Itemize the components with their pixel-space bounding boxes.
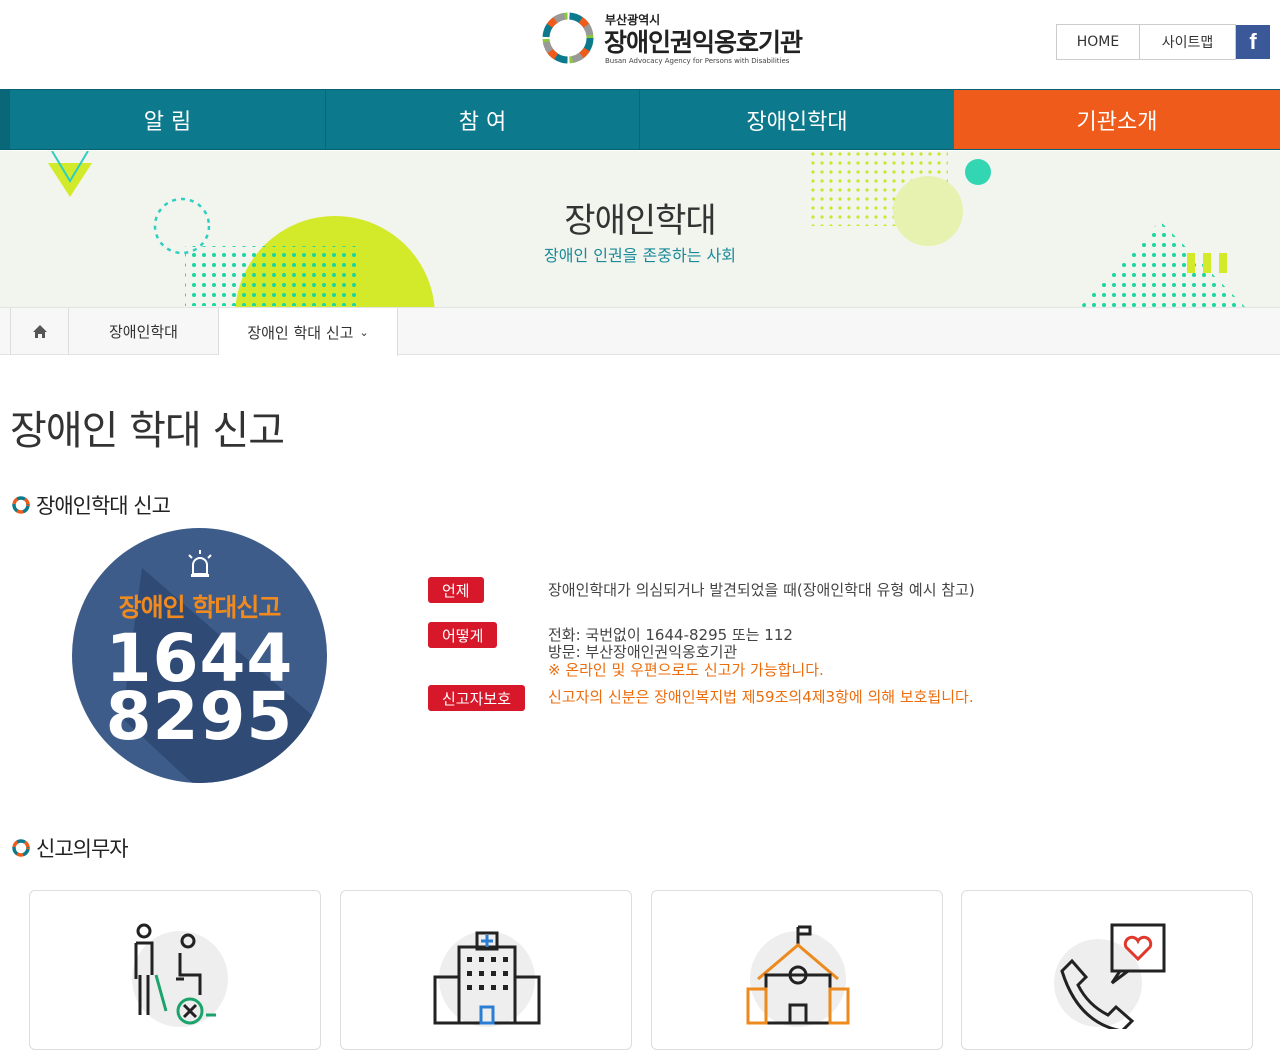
section-bullet-icon xyxy=(12,839,30,857)
info-when-text: 장애인학대가 의심되거나 발견되었을 때(장애인학대 유형 예시 참고) xyxy=(548,581,975,599)
header: 부산광역시 장애인권익옹호기관 Busan Advocacy Agency fo… xyxy=(0,0,1280,90)
chevron-down-icon: ⌄ xyxy=(359,325,369,339)
phone-heart-icon xyxy=(1054,923,1166,1029)
sitemap-link[interactable]: 사이트맵 xyxy=(1140,24,1236,60)
page-banner: 장애인학대 장애인 인권을 존중하는 사회 xyxy=(0,151,1280,307)
breadcrumb-level2-label: 장애인 학대 신고 xyxy=(247,323,354,342)
section-title-obligated: 신고의무자 xyxy=(10,833,129,863)
info-row-how: 어떻게 xyxy=(428,622,498,648)
logo-title: 장애인권익옹호기관 xyxy=(604,28,803,57)
main-nav: 알 림 참 여 장애인학대 기관소개 xyxy=(0,89,1280,150)
nav-item-participation[interactable]: 참 여 xyxy=(325,90,639,149)
section-title-text: 신고의무자 xyxy=(36,837,129,861)
wheelchair-caregiver-icon xyxy=(132,923,228,1027)
card-hospital xyxy=(340,890,632,1050)
card-counseling xyxy=(961,890,1253,1050)
section-title-report: 장애인학대 신고 xyxy=(10,490,171,520)
tag-how: 어떻게 xyxy=(428,622,498,648)
info-how-note: ※ 온라인 및 우편으로도 신고가 가능합니다. xyxy=(548,661,824,679)
alarm-icon xyxy=(188,550,212,577)
section-title-text: 장애인학대 신고 xyxy=(36,494,171,518)
nav-item-notice[interactable]: 알 림 xyxy=(0,90,325,149)
breadcrumb-level2-dropdown[interactable]: 장애인 학대 신고 ⌄ xyxy=(219,308,398,356)
info-how-phone: 전화: 국번없이 1644-8295 또는 112 xyxy=(548,626,793,644)
hospital-icon xyxy=(433,931,541,1027)
home-icon[interactable] xyxy=(10,308,69,355)
section-bullet-icon xyxy=(12,496,30,514)
nav-item-abuse[interactable]: 장애인학대 xyxy=(639,90,954,149)
utility-links: HOME 사이트맵 f xyxy=(1056,24,1270,60)
tag-protection: 신고자보호 xyxy=(428,685,526,711)
page-title: 장애인 학대 신고 xyxy=(10,408,285,454)
banner-title: 장애인학대 xyxy=(564,201,716,241)
breadcrumb-level1[interactable]: 장애인학대 xyxy=(69,308,219,355)
logo-mark-icon xyxy=(542,12,594,64)
hotline-badge: 장애인 학대신고 1644 8295 xyxy=(72,528,327,783)
badge-number-line2: 8295 xyxy=(105,678,294,755)
site-logo[interactable]: 부산광역시 장애인권익옹호기관 Busan Advocacy Agency fo… xyxy=(538,8,808,70)
banner-subtitle: 장애인 인권을 존중하는 사회 xyxy=(544,246,736,265)
badge-label: 장애인 학대신고 xyxy=(118,593,282,622)
info-row-when: 언제 xyxy=(428,577,484,603)
nav-item-about[interactable]: 기관소개 xyxy=(954,90,1280,149)
school-icon xyxy=(746,925,850,1027)
info-protection-text: 신고자의 신분은 장애인복지법 제59조의4제3항에 의해 보호됩니다. xyxy=(548,688,974,706)
facebook-icon[interactable]: f xyxy=(1236,25,1270,59)
home-link[interactable]: HOME xyxy=(1056,24,1140,60)
info-row-protection: 신고자보호 xyxy=(428,685,526,711)
card-caregiver xyxy=(29,890,321,1050)
card-school xyxy=(651,890,943,1050)
logo-english: Busan Advocacy Agency for Persons with D… xyxy=(605,57,790,65)
tag-when: 언제 xyxy=(428,577,484,603)
info-how-visit: 방문: 부산장애인권익옹호기관 xyxy=(548,643,738,661)
breadcrumb: 장애인학대 장애인 학대 신고 ⌄ xyxy=(0,307,1280,356)
